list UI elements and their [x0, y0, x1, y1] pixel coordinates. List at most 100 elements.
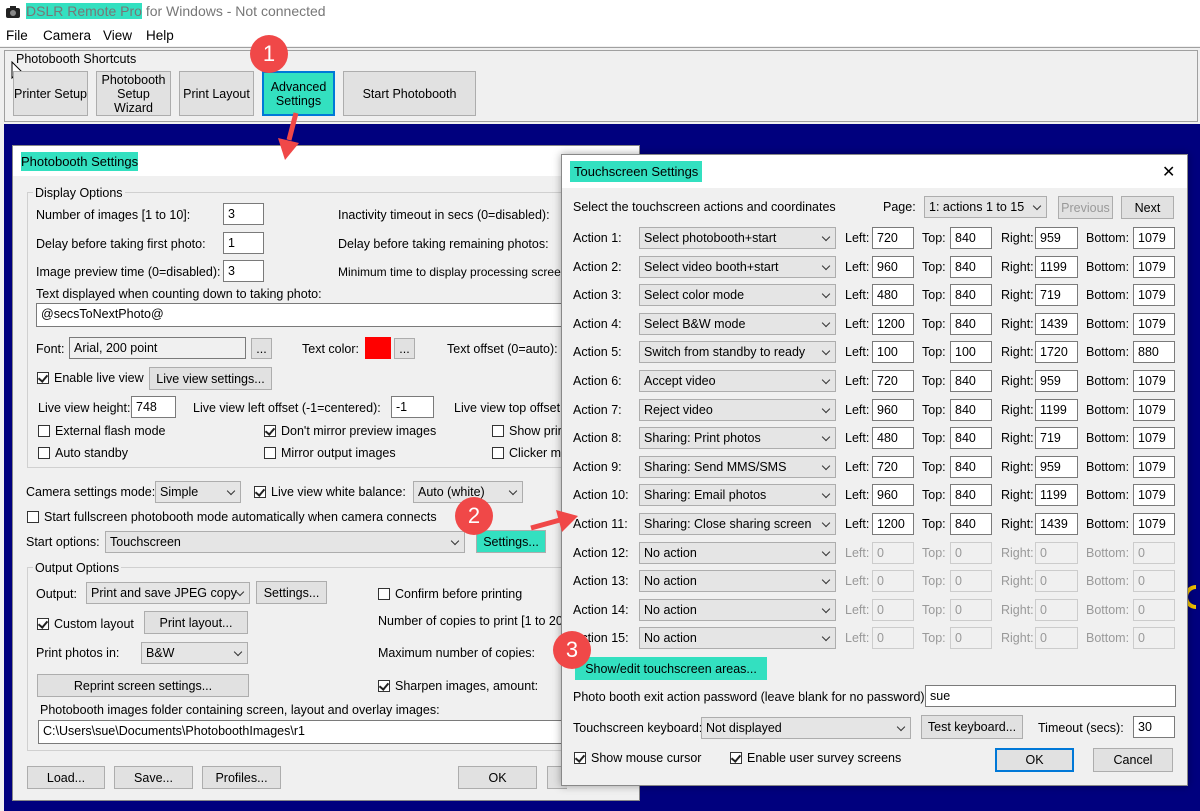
printer-setup-button[interactable]: Printer Setup — [13, 71, 88, 116]
left-coordinate-input[interactable]: 960 — [872, 256, 914, 278]
menu-help[interactable]: Help — [146, 28, 174, 43]
right-coordinate-input[interactable]: 959 — [1035, 227, 1078, 249]
action-dropdown[interactable]: Select color mode — [639, 284, 836, 306]
start-options-settings-button[interactable]: Settings... — [476, 530, 546, 553]
show-mouse-cursor-checkbox[interactable]: Show mouse cursor — [574, 751, 701, 765]
camera-settings-mode-dropdown[interactable]: Simple — [155, 481, 241, 503]
left-coordinate-input[interactable]: 960 — [872, 484, 914, 506]
top-coordinate-input[interactable]: 840 — [950, 284, 992, 306]
bottom-coordinate-input[interactable]: 1079 — [1133, 227, 1175, 249]
left-coordinate-input[interactable]: 720 — [872, 456, 914, 478]
top-coordinate-input[interactable]: 840 — [950, 427, 992, 449]
action-dropdown[interactable]: No action — [639, 627, 836, 649]
profiles-button[interactable]: Profiles... — [202, 766, 281, 789]
enable-live-view-checkbox[interactable]: Enable live view — [37, 371, 144, 385]
right-coordinate-input[interactable]: 0 — [1035, 627, 1078, 649]
clicker-checkbox[interactable]: Clicker mo — [492, 446, 568, 460]
bottom-coordinate-input[interactable]: 0 — [1133, 599, 1175, 621]
page-dropdown[interactable]: 1: actions 1 to 15 — [924, 196, 1047, 218]
menu-view[interactable]: View — [103, 28, 132, 43]
top-coordinate-input[interactable]: 840 — [950, 484, 992, 506]
live-view-white-balance-checkbox[interactable]: Live view white balance: — [254, 485, 406, 499]
action-dropdown[interactable]: No action — [639, 599, 836, 621]
delay-first-input[interactable]: 1 — [223, 232, 264, 254]
top-coordinate-input[interactable]: 840 — [950, 227, 992, 249]
print-layout-button[interactable]: Print Layout — [179, 71, 254, 116]
save-button[interactable]: Save... — [114, 766, 193, 789]
bottom-coordinate-input[interactable]: 1079 — [1133, 484, 1175, 506]
right-coordinate-input[interactable]: 959 — [1035, 456, 1078, 478]
next-button[interactable]: Next — [1121, 196, 1174, 219]
live-view-height-input[interactable]: 748 — [131, 396, 176, 418]
top-coordinate-input[interactable]: 0 — [950, 570, 992, 592]
preview-time-input[interactable]: 3 — [223, 260, 264, 282]
left-coordinate-input[interactable]: 480 — [872, 284, 914, 306]
start-fullscreen-checkbox[interactable]: Start fullscreen photobooth mode automat… — [27, 510, 437, 524]
bottom-coordinate-input[interactable]: 1079 — [1133, 256, 1175, 278]
output-settings-button[interactable]: Settings... — [256, 581, 327, 604]
mirror-output-checkbox[interactable]: Mirror output images — [264, 446, 396, 460]
action-dropdown[interactable]: Reject video — [639, 399, 836, 421]
bottom-coordinate-input[interactable]: 1079 — [1133, 284, 1175, 306]
left-coordinate-input[interactable]: 1200 — [872, 313, 914, 335]
menu-camera[interactable]: Camera — [43, 28, 91, 43]
left-coordinate-input[interactable]: 480 — [872, 427, 914, 449]
top-coordinate-input[interactable]: 100 — [950, 341, 992, 363]
photobooth-setup-wizard-button[interactable]: Photobooth Setup Wizard — [96, 71, 171, 116]
left-coordinate-input[interactable]: 100 — [872, 341, 914, 363]
external-flash-checkbox[interactable]: External flash mode — [38, 424, 165, 438]
left-coordinate-input[interactable]: 0 — [872, 627, 914, 649]
timeout-input[interactable]: 30 — [1133, 716, 1175, 738]
bottom-coordinate-input[interactable]: 1079 — [1133, 456, 1175, 478]
top-coordinate-input[interactable]: 0 — [950, 627, 992, 649]
exit-password-input[interactable]: sue — [925, 685, 1176, 707]
test-keyboard-button[interactable]: Test keyboard... — [921, 715, 1023, 739]
start-photobooth-button[interactable]: Start Photobooth — [343, 71, 476, 116]
left-coordinate-input[interactable]: 960 — [872, 399, 914, 421]
touchscreen-cancel-button[interactable]: Cancel — [1093, 748, 1173, 772]
bottom-coordinate-input[interactable]: 1079 — [1133, 399, 1175, 421]
top-coordinate-input[interactable]: 840 — [950, 313, 992, 335]
top-coordinate-input[interactable]: 0 — [950, 542, 992, 564]
right-coordinate-input[interactable]: 959 — [1035, 370, 1078, 392]
top-coordinate-input[interactable]: 0 — [950, 599, 992, 621]
top-coordinate-input[interactable]: 840 — [950, 456, 992, 478]
action-dropdown[interactable]: Select video booth+start — [639, 256, 836, 278]
left-coordinate-input[interactable]: 0 — [872, 599, 914, 621]
confirm-printing-checkbox[interactable]: Confirm before printing — [378, 587, 522, 601]
bottom-coordinate-input[interactable]: 1079 — [1133, 513, 1175, 535]
sharpen-images-checkbox[interactable]: Sharpen images, amount: — [378, 679, 538, 693]
bottom-coordinate-input[interactable]: 0 — [1133, 627, 1175, 649]
show-edit-touchscreen-areas-button[interactable]: Show/edit touchscreen areas... — [575, 657, 767, 680]
action-dropdown[interactable]: Sharing: Send MMS/SMS — [639, 456, 836, 478]
touchscreen-keyboard-dropdown[interactable]: Not displayed — [701, 717, 911, 739]
left-coordinate-input[interactable]: 0 — [872, 542, 914, 564]
bottom-coordinate-input[interactable]: 1079 — [1133, 427, 1175, 449]
right-coordinate-input[interactable]: 0 — [1035, 542, 1078, 564]
top-coordinate-input[interactable]: 840 — [950, 513, 992, 535]
bottom-coordinate-input[interactable]: 1079 — [1133, 313, 1175, 335]
right-coordinate-input[interactable]: 0 — [1035, 599, 1078, 621]
right-coordinate-input[interactable]: 1199 — [1035, 399, 1078, 421]
photobooth-ok-button[interactable]: OK — [458, 766, 537, 789]
left-coordinate-input[interactable]: 720 — [872, 370, 914, 392]
reprint-screen-settings-button[interactable]: Reprint screen settings... — [37, 674, 249, 697]
bottom-coordinate-input[interactable]: 0 — [1133, 542, 1175, 564]
right-coordinate-input[interactable]: 719 — [1035, 284, 1078, 306]
countdown-text-input[interactable]: @secsToNextPhoto@ — [36, 303, 562, 327]
top-coordinate-input[interactable]: 840 — [950, 370, 992, 392]
right-coordinate-input[interactable]: 0 — [1035, 570, 1078, 592]
action-dropdown[interactable]: Sharing: Print photos — [639, 427, 836, 449]
left-coordinate-input[interactable]: 0 — [872, 570, 914, 592]
action-dropdown[interactable]: Sharing: Email photos — [639, 484, 836, 506]
show-print-checkbox[interactable]: Show print — [492, 424, 568, 438]
right-coordinate-input[interactable]: 719 — [1035, 427, 1078, 449]
previous-button[interactable]: Previous — [1058, 196, 1113, 219]
text-color-picker-button[interactable]: ... — [394, 338, 415, 359]
action-dropdown[interactable]: Select photobooth+start — [639, 227, 836, 249]
action-dropdown[interactable]: Accept video — [639, 370, 836, 392]
right-coordinate-input[interactable]: 1199 — [1035, 256, 1078, 278]
num-images-input[interactable]: 3 — [223, 203, 264, 225]
action-dropdown[interactable]: No action — [639, 542, 836, 564]
bottom-coordinate-input[interactable]: 880 — [1133, 341, 1175, 363]
